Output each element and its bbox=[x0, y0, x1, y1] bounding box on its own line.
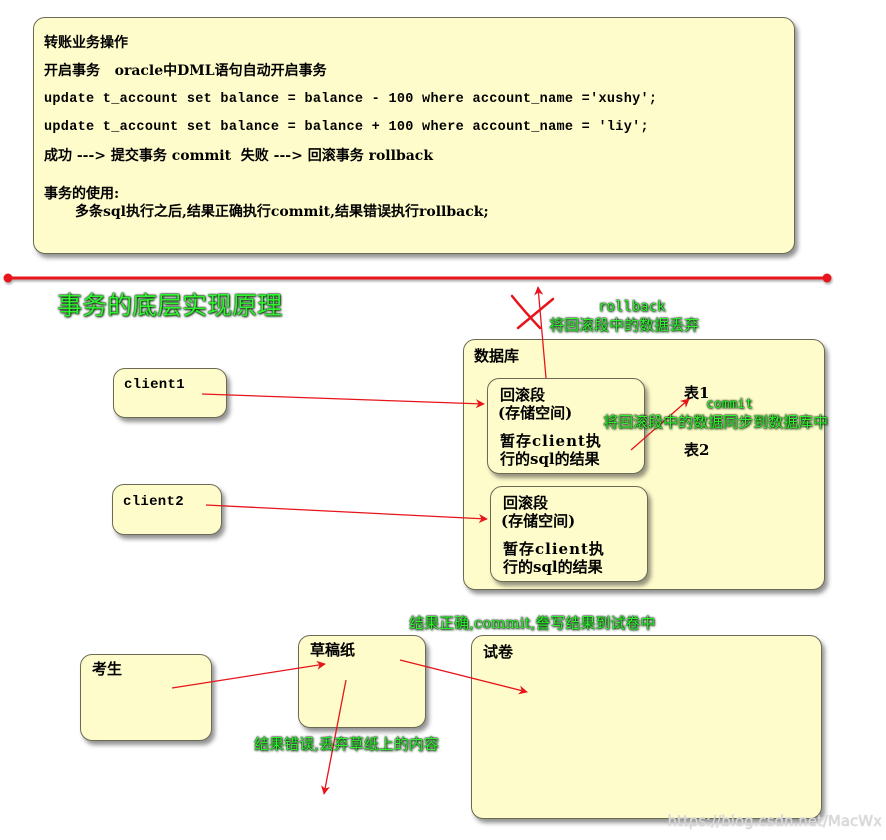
arrow-client2-to-rollback bbox=[205, 504, 488, 524]
commit-description: 将回滚段中的数据同步到数据库中 bbox=[603, 413, 829, 431]
watermark: https://blog.csdn.net/MacWx bbox=[667, 812, 882, 830]
database-label: 数据库 bbox=[474, 347, 520, 365]
divider-endpoint-left bbox=[3, 273, 13, 283]
rollback-segment-1-desc2: 行的sql的结果 bbox=[500, 450, 600, 468]
rollback-segment-1-subtitle: (存储空间) bbox=[498, 404, 573, 422]
rollback-keyword: rollback bbox=[598, 299, 666, 315]
section-title: 事务的底层实现原理 bbox=[57, 291, 283, 320]
notes-usage-detail: 多条sql执行之后,结果正确执行commit,结果错误执行rollback; bbox=[75, 204, 489, 220]
arrow-client1-to-rollback bbox=[201, 393, 485, 409]
exam-wrong-note: 结果错误,丢弃草纸上的内容 bbox=[254, 735, 439, 753]
scratch-paper-label: 草稿纸 bbox=[310, 641, 356, 659]
table-2-label: 表2 bbox=[684, 441, 710, 459]
client1-label: client1 bbox=[124, 377, 185, 393]
cross-out-icon bbox=[510, 294, 555, 330]
exam-paper-label: 试卷 bbox=[483, 643, 514, 661]
section-divider bbox=[3, 273, 832, 283]
notes-usage-heading: 事务的使用: bbox=[44, 186, 120, 202]
notes-outcome: 成功 ---> 提交事务 commit 失败 ---> 回滚事务 rollbac… bbox=[44, 148, 434, 164]
rollback-description: 将回滚段中的数据丢弃 bbox=[549, 316, 700, 334]
rollback-segment-1-desc1: 暂存client执 bbox=[500, 432, 602, 450]
notes-sql-debit: update t_account set balance = balance -… bbox=[44, 92, 658, 107]
notes-sql-credit: update t_account set balance = balance +… bbox=[44, 120, 649, 135]
exam-correct-note: 结果正确,commit,誊写结果到试卷中 bbox=[409, 614, 656, 632]
divider-endpoint-right bbox=[822, 273, 832, 283]
notes-title: 转账业务操作 bbox=[44, 35, 128, 51]
client2-label: client2 bbox=[123, 494, 184, 510]
commit-keyword: commit bbox=[706, 397, 753, 412]
notes-begin-transaction: 开启事务 oracle中DML语句自动开启事务 bbox=[44, 63, 327, 79]
rollback-segment-2-desc2: 行的sql的结果 bbox=[503, 558, 603, 576]
rollback-segment-1-title: 回滚段 bbox=[500, 386, 546, 404]
rollback-segment-2-title: 回滚段 bbox=[503, 494, 549, 512]
rollback-segment-2-desc1: 暂存client执 bbox=[503, 540, 605, 558]
rollback-segment-2-subtitle: (存储空间) bbox=[501, 512, 576, 530]
exam-paper-box bbox=[471, 635, 822, 819]
student-label: 考生 bbox=[92, 660, 123, 678]
